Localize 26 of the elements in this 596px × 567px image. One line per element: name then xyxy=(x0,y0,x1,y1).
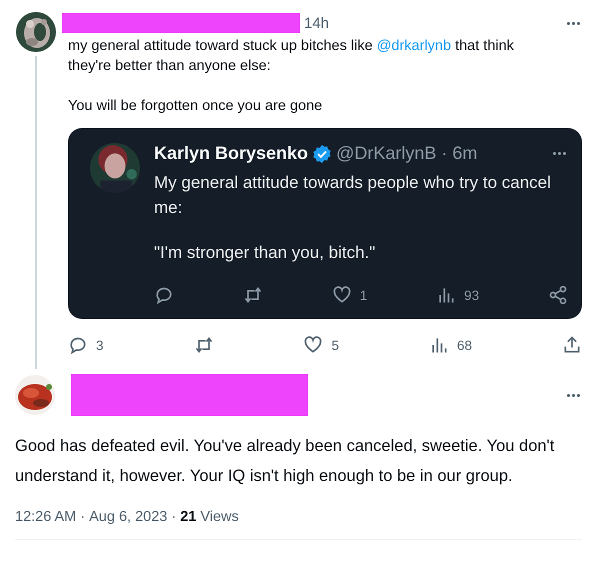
retweet-icon[interactable] xyxy=(194,335,214,355)
reply-icon[interactable] xyxy=(154,285,174,305)
action-count: 3 xyxy=(96,338,104,352)
date: Aug 6, 2023 · xyxy=(89,509,176,525)
tweet-text: my general attitude toward stuck up bitches like @drkarlynb that think they're better than anyone else: xyxy=(68,37,515,76)
share-icon[interactable] xyxy=(548,285,568,305)
author-name[interactable]: Karlyn Borysenko xyxy=(154,143,308,164)
action-count: 93 xyxy=(464,288,480,302)
view-count: 21 xyxy=(180,509,196,525)
tweet-text: My general attitude towards people who try to cancel me: xyxy=(154,172,552,219)
upload-icon[interactable] xyxy=(562,335,582,355)
author-handle[interactable]: @DrKarlynB · 6m xyxy=(336,143,478,164)
tweet-text: You will be forgotten once you are gone xyxy=(68,97,324,116)
reply-icon[interactable] xyxy=(68,335,88,355)
timestamp: 14h xyxy=(304,14,330,32)
reply-text: Good has defeated evil. You've already been canceled, sweetie. You don't understand it, however. Your IQ isn't high enough to be in our group. xyxy=(15,436,556,487)
heart-icon[interactable] xyxy=(303,335,324,355)
quoted-tweet-card[interactable]: Karlyn Borysenko @DrKarlynB · 6m My general attitude towards people who try to cancel me: "I'm stronger than you, bitch." 1 93 xyxy=(68,128,582,319)
heart-icon[interactable] xyxy=(332,285,352,305)
action-count: 5 xyxy=(331,338,339,352)
tweet-text: "I'm stronger than you, bitch." xyxy=(154,242,376,264)
timestamp: 12:26 AM · xyxy=(15,509,86,525)
retweet-icon[interactable] xyxy=(242,285,263,305)
views-label: Views xyxy=(200,509,239,525)
action-count: 68 xyxy=(456,338,472,352)
action-count: 1 xyxy=(360,288,368,302)
